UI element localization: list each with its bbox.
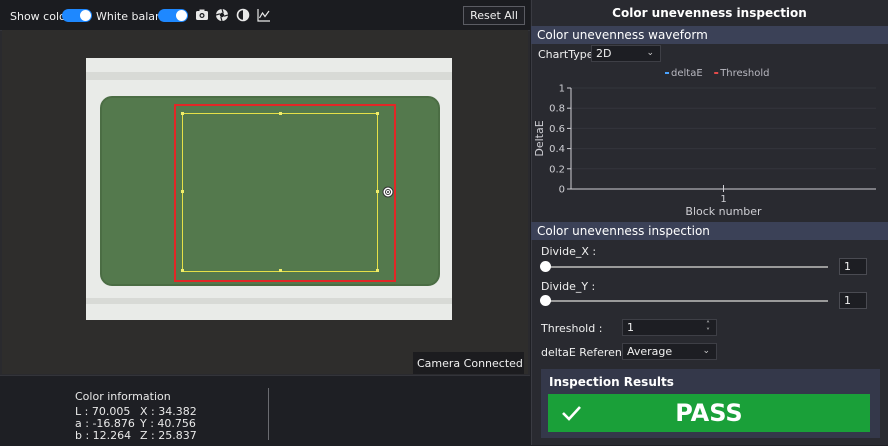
- contrast-icon[interactable]: [235, 7, 251, 23]
- rotate-handle-icon[interactable]: [382, 186, 394, 198]
- show-color-toggle[interactable]: [62, 9, 92, 22]
- divide-x-label: Divide_X :: [541, 245, 597, 258]
- deltae-reference-value: Average: [627, 345, 673, 358]
- chart-type-select[interactable]: 2D ⌄: [591, 45, 661, 62]
- waveform-chart: deltaE Threshold00.20.40.60.811Block numb…: [533, 68, 876, 218]
- x-tick-label: 1: [720, 194, 726, 205]
- roi-handle[interactable]: [279, 112, 282, 115]
- y-tick-label: 1: [559, 84, 565, 95]
- image-shading: [86, 72, 452, 80]
- color-information-title: Color information: [75, 390, 171, 403]
- y-tick-label: 0.8: [549, 104, 565, 115]
- check-icon: [560, 402, 582, 424]
- divide-y-slider-track[interactable]: [545, 300, 828, 302]
- divide-y-slider-knob[interactable]: [540, 295, 551, 306]
- threshold-label: Threshold :: [541, 322, 603, 335]
- y-tick-label: 0.4: [549, 144, 565, 155]
- roi-handle[interactable]: [376, 112, 379, 115]
- legend-entry: deltaE: [671, 68, 703, 79]
- y-axis-label: DeltaE: [533, 120, 546, 156]
- aperture-icon[interactable]: [214, 7, 230, 23]
- white-balance-toggle[interactable]: [158, 9, 188, 22]
- result-status-text: PASS: [675, 399, 743, 427]
- chart-line-icon[interactable]: [256, 7, 272, 23]
- reset-all-button[interactable]: Reset All: [463, 6, 525, 25]
- x-axis-label: Block number: [685, 205, 762, 218]
- threshold-value: 1: [627, 321, 634, 334]
- divider: [268, 388, 269, 440]
- roi-handle[interactable]: [181, 269, 184, 272]
- chart-type-value: 2D: [596, 47, 612, 60]
- chevron-down-icon: ⌄: [702, 346, 710, 356]
- chevron-down-icon: ⌄: [646, 48, 654, 58]
- inner-roi-rectangle[interactable]: [182, 113, 378, 272]
- divide-x-input[interactable]: 1: [839, 258, 867, 275]
- camera-status-text: Camera Connected: [417, 356, 523, 370]
- legend-entry: Threshold: [719, 68, 769, 79]
- divide-x-slider-track[interactable]: [545, 266, 828, 268]
- color-b-value: b : 12.264: [75, 429, 132, 442]
- waveform-section-header: Color unevenness waveform: [531, 26, 888, 44]
- divide-x-slider-knob[interactable]: [540, 261, 551, 272]
- roi-handle[interactable]: [279, 269, 282, 272]
- divide-y-label: Divide_Y :: [541, 280, 596, 293]
- color-Z-value: Z : 25.837: [140, 429, 197, 442]
- camera-icon[interactable]: [194, 7, 210, 23]
- y-tick-label: 0.6: [549, 124, 565, 135]
- deltae-reference-select[interactable]: Average ⌄: [622, 343, 717, 360]
- pane-title: Color unevenness inspection: [612, 6, 807, 20]
- spinner-icon[interactable]: ˄ ˅: [706, 321, 710, 336]
- threshold-input[interactable]: 1 ˄ ˅: [622, 319, 717, 336]
- roi-handle[interactable]: [376, 269, 379, 272]
- roi-handle[interactable]: [181, 112, 184, 115]
- divide-y-input[interactable]: 1: [839, 292, 867, 309]
- camera-status: Camera Connected: [413, 352, 543, 374]
- inspection-section-header: Color unevenness inspection: [531, 222, 888, 240]
- y-tick-label: 0: [559, 185, 565, 196]
- inspection-results-title: Inspection Results: [549, 375, 674, 389]
- y-tick-label: 0.2: [549, 164, 565, 175]
- roi-handle[interactable]: [376, 190, 379, 193]
- roi-handle[interactable]: [181, 190, 184, 193]
- image-shading: [86, 298, 452, 304]
